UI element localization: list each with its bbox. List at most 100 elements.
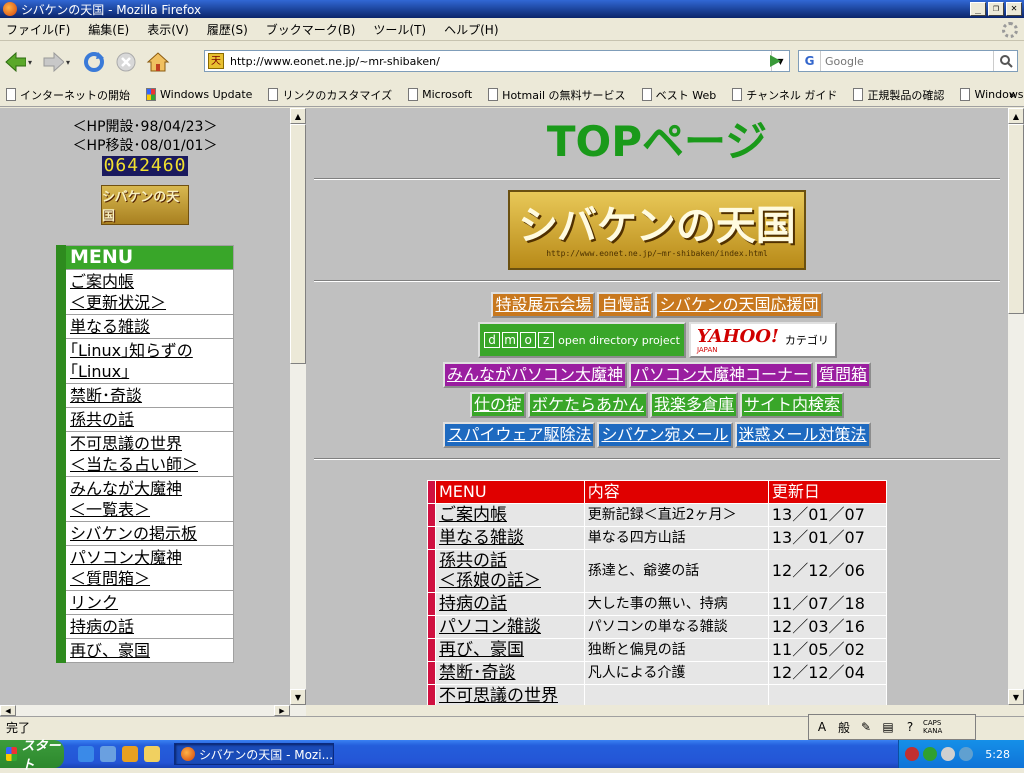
table-menu-link[interactable]: パソコン雑談: [439, 617, 541, 637]
search-bar[interactable]: G: [798, 50, 1018, 72]
spam-countermeasure-link[interactable]: 迷惑メール対策法: [734, 422, 871, 448]
side-menu-item[interactable]: リンク: [70, 593, 118, 612]
side-menu-item[interactable]: ｢Linux｣知らずの ｢Linux｣: [70, 341, 193, 381]
tray-network-icon[interactable]: [923, 747, 937, 761]
table-menu-link[interactable]: 不可思議の世界: [439, 686, 558, 705]
back-button[interactable]: ▾: [4, 48, 32, 76]
special-exhibit-link[interactable]: 特設展示会場: [491, 292, 596, 318]
bookmark-item[interactable]: ベスト Web: [641, 87, 716, 103]
forward-dropdown-icon[interactable]: ▾: [66, 58, 70, 67]
scroll-right-button[interactable]: ▶: [274, 705, 290, 716]
scroll-down-button[interactable]: ▼: [290, 689, 306, 705]
close-button[interactable]: ✕: [1006, 2, 1022, 16]
boast-link[interactable]: 自慢話: [597, 292, 654, 318]
menu-view[interactable]: 表示(V): [147, 21, 189, 38]
reload-button[interactable]: [80, 48, 108, 76]
scroll-thumb[interactable]: [1008, 124, 1024, 314]
question-box-link[interactable]: 質問箱: [815, 362, 872, 388]
everyone-pc-wizard-link[interactable]: みんながパソコン大魔神: [442, 362, 627, 388]
table-menu-link[interactable]: ご案内帳: [439, 505, 507, 525]
menu-help[interactable]: ヘルプ(H): [444, 21, 498, 38]
hp-open-date: ＜HP開設･98/04/23＞: [72, 119, 218, 135]
bookmark-item[interactable]: 正規製品の確認: [853, 87, 944, 103]
junk-warehouse-link[interactable]: 我楽多倉庫: [650, 392, 739, 418]
table-content-cell: 凡人による介護: [583, 661, 769, 685]
ime-dictionary-icon[interactable]: ▤: [879, 718, 897, 736]
back-dropdown-icon[interactable]: ▾: [28, 58, 32, 67]
scroll-up-button[interactable]: ▲: [1008, 108, 1024, 124]
side-menu-item[interactable]: 再び、豪国: [70, 641, 150, 660]
bookmark-item[interactable]: Hotmail の無料サービス: [488, 87, 626, 103]
search-button[interactable]: [993, 51, 1017, 71]
side-menu-item[interactable]: 不可思議の世界 ＜当たる占い師＞: [70, 434, 198, 474]
scroll-down-button[interactable]: ▼: [1008, 689, 1024, 705]
site-banner[interactable]: シバケンの天国 http://www.eonet.ne.jp/~mr-shiba…: [508, 190, 806, 270]
google-engine-icon[interactable]: G: [799, 51, 821, 71]
bookmark-item[interactable]: Microsoft: [408, 88, 472, 101]
dmoz-link[interactable]: d m o z open directory project: [478, 322, 686, 358]
side-menu-item[interactable]: パソコン大魔神 ＜質問箱＞: [70, 548, 182, 588]
side-menu-item[interactable]: 持病の話: [70, 617, 134, 636]
table-menu-link[interactable]: 孫共の話 ＜孫娘の話＞: [439, 551, 541, 591]
pc-wizard-corner-link[interactable]: パソコン大魔神コーナー: [628, 362, 813, 388]
table-menu-link[interactable]: 単なる雑談: [439, 528, 524, 548]
taskbar-firefox-button[interactable]: シバケンの天国 - Mozi...: [174, 743, 334, 765]
ie-icon[interactable]: [78, 746, 94, 762]
bookmark-item[interactable]: Windows Update: [146, 88, 252, 101]
bookmark-item[interactable]: リンクのカスタマイズ: [268, 87, 392, 103]
side-menu-item[interactable]: みんなが大魔神 ＜一覧表＞: [70, 479, 182, 519]
left-horizontal-scrollbar[interactable]: ◀ ▶: [0, 705, 306, 716]
supporters-link[interactable]: シバケンの天国応援団: [655, 292, 823, 318]
scroll-left-button[interactable]: ◀: [0, 705, 16, 716]
table-menu-link[interactable]: 再び、豪国: [439, 640, 524, 660]
ime-mode-label[interactable]: 般: [835, 718, 853, 736]
menu-file[interactable]: ファイル(F): [6, 21, 70, 38]
scroll-thumb[interactable]: [290, 124, 306, 364]
left-vertical-scrollbar[interactable]: ▲ ▼: [290, 108, 306, 705]
maximize-button[interactable]: ❐: [988, 2, 1004, 16]
side-menu-item[interactable]: 孫共の話: [70, 410, 134, 429]
mail-to-shibaken-link[interactable]: シバケン宛メール: [597, 422, 733, 448]
tray-volume-icon[interactable]: [941, 747, 955, 761]
menu-bookmarks[interactable]: ブックマーク(B): [266, 21, 356, 38]
scroll-up-button[interactable]: ▲: [290, 108, 306, 124]
ime-help-icon[interactable]: ?: [901, 718, 919, 736]
side-menu-item[interactable]: シバケンの掲示板: [70, 524, 197, 543]
menu-tools[interactable]: ツール(T): [373, 21, 426, 38]
bookmarks-overflow-button[interactable]: »: [1009, 88, 1016, 101]
small-site-logo[interactable]: シバケンの天国: [101, 185, 189, 225]
outlook-icon[interactable]: [144, 746, 160, 762]
home-button[interactable]: [144, 48, 172, 76]
url-input[interactable]: [230, 54, 771, 68]
rules-link[interactable]: 仕の掟: [469, 392, 526, 418]
table-menu-link[interactable]: 禁断･奇談: [439, 663, 516, 683]
bookmark-item[interactable]: チャンネル ガイド: [732, 87, 837, 103]
url-bar[interactable]: 天 ▼: [204, 50, 790, 72]
side-menu-item[interactable]: 禁断･奇談: [70, 386, 142, 405]
side-menu-item[interactable]: 単なる雑談: [70, 317, 150, 336]
menu-history[interactable]: 履歴(S): [207, 21, 248, 38]
main-vertical-scrollbar[interactable]: ▲ ▼: [1008, 108, 1024, 705]
table-menu-link[interactable]: 持病の話: [439, 594, 507, 614]
minimize-button[interactable]: _: [970, 2, 986, 16]
start-button[interactable]: スタート: [0, 739, 64, 773]
forward-button[interactable]: ▾: [42, 48, 70, 76]
tray-monitor-icon[interactable]: [959, 747, 973, 761]
menu-edit[interactable]: 編集(E): [88, 21, 129, 38]
yahoo-category-link[interactable]: YAHOO! JAPAN カテゴリ: [688, 322, 837, 358]
side-menu-item[interactable]: ご案内帳 ＜更新状況＞: [70, 272, 166, 312]
media-player-icon[interactable]: [122, 746, 138, 762]
tray-pen-icon[interactable]: [905, 747, 919, 761]
desktop-icon[interactable]: [100, 746, 116, 762]
site-search-link[interactable]: サイト内検索: [740, 392, 845, 418]
stop-button[interactable]: [112, 48, 140, 76]
stop-icon: [116, 52, 136, 72]
search-input[interactable]: [821, 54, 993, 68]
bookmark-item[interactable]: インターネットの開始: [6, 87, 130, 103]
spyware-removal-link[interactable]: スパイウェア駆除法: [443, 422, 596, 448]
ime-input-icon[interactable]: A: [813, 718, 831, 736]
ime-pad-icon[interactable]: ✎: [857, 718, 875, 736]
dementia-link[interactable]: ボケたらあかん: [527, 392, 648, 418]
table-content-cell: 更新記録＜直近2ヶ月＞: [583, 503, 769, 527]
go-button[interactable]: [764, 52, 786, 70]
